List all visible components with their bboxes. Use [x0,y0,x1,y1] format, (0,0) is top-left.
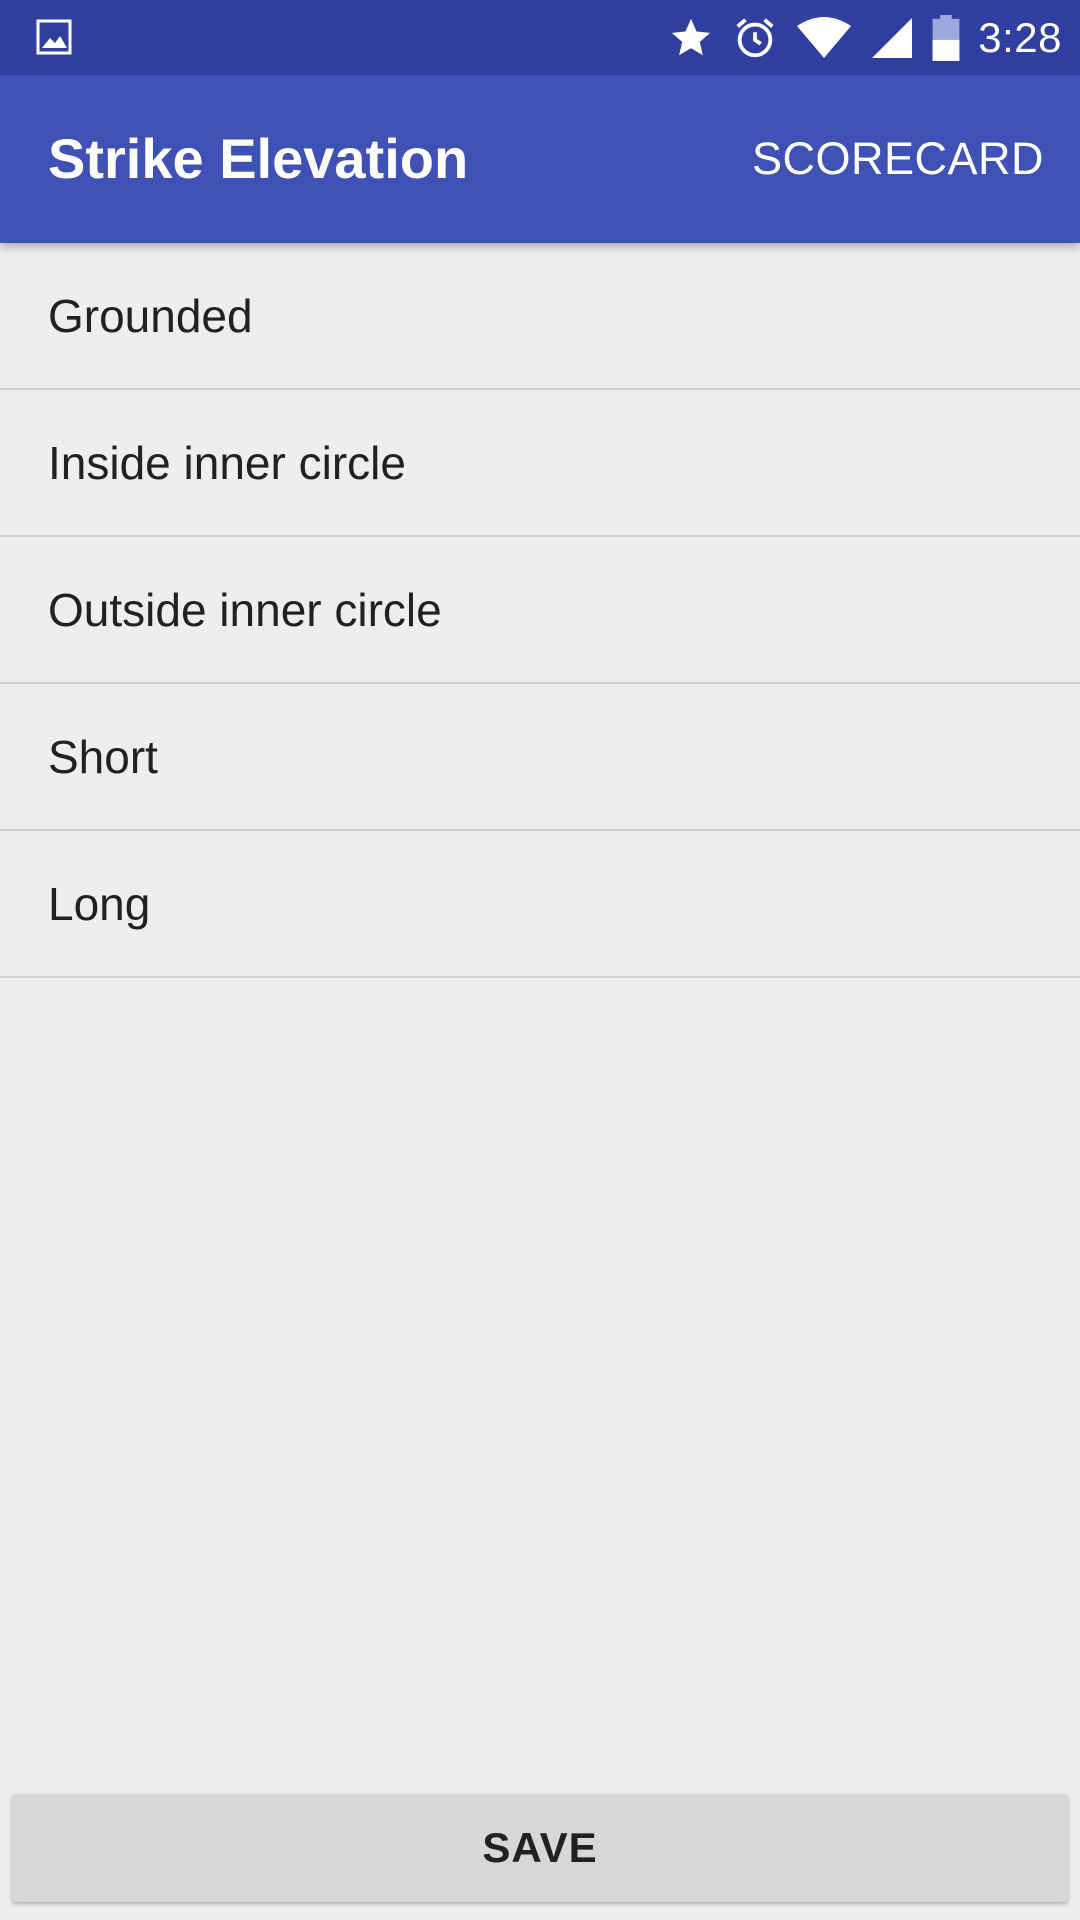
save-button[interactable]: SAVE [12,1794,1068,1902]
scorecard-button[interactable]: SCORECARD [752,75,1044,243]
signal-icon [870,16,914,60]
battery-icon [932,14,960,61]
image-icon [36,18,72,56]
list-item[interactable]: Outside inner circle [0,537,1080,684]
list-item[interactable]: Grounded [0,243,1080,390]
list-item[interactable]: Long [0,831,1080,978]
alarm-icon [732,15,778,61]
elevation-options-list: Grounded Inside inner circle Outside inn… [0,243,1080,978]
wifi-icon [796,15,852,61]
page-title: Strike Elevation [48,127,469,190]
app-bar: Strike Elevation SCORECARD [0,75,1080,243]
star-icon [668,15,714,61]
list-item[interactable]: Inside inner circle [0,390,1080,537]
status-bar: 3:28 [0,0,1080,75]
status-time: 3:28 [978,13,1062,61]
status-icons: 3:28 [668,0,1062,75]
list-item[interactable]: Short [0,684,1080,831]
